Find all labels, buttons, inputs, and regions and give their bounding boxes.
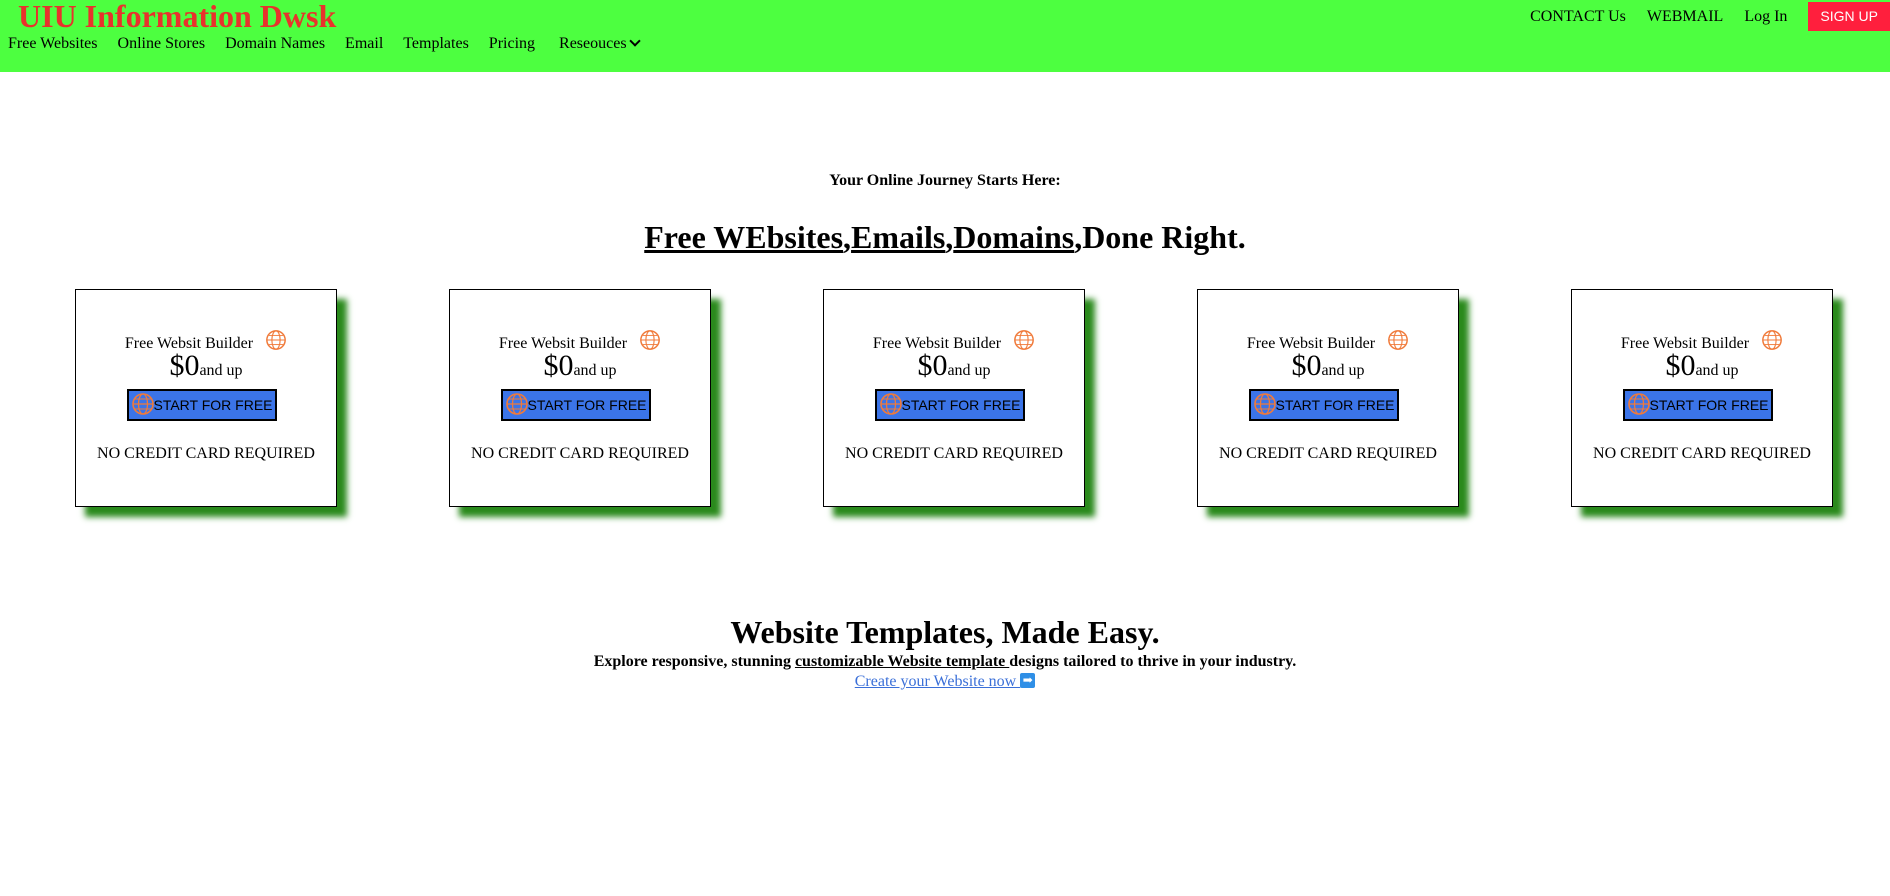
signup-button[interactable]: SIGN UP — [1808, 2, 1890, 31]
card-price: $0and up — [824, 349, 1084, 383]
create-website-link-label: Create your Website now — [854, 673, 1021, 690]
templates-sub-post: designs tailored to thrive in your indus… — [1009, 653, 1297, 670]
pricing-card: Free Websit Builder $0and up START FOR FRE… — [1197, 289, 1459, 507]
site-header: UIU Information Dwsk Free Websites Onlin… — [0, 0, 1890, 72]
start-for-free-button[interactable]: START FOR FREE — [875, 389, 1025, 421]
hero-headline: Free WEbsites,Emails,Domains,Done Right. — [0, 219, 1890, 256]
globe-www-icon — [131, 392, 155, 419]
start-for-free-button[interactable]: START FOR FREE — [501, 389, 651, 421]
pricing-card: Free Websit Builder $0and up START FOR FRE… — [823, 289, 1085, 507]
card-price-suffix: and up — [947, 362, 991, 379]
card-price-suffix: and up — [573, 362, 617, 379]
card-price-amount: $0 — [917, 349, 948, 382]
nav-pricing[interactable]: Pricing — [489, 35, 535, 53]
start-for-free-button[interactable]: START FOR FREE — [1249, 389, 1399, 421]
card-price-amount: $0 — [1291, 349, 1322, 382]
start-for-free-label: START FOR FREE — [901, 397, 1021, 413]
create-website-link[interactable]: Create your Website now ➡ — [854, 672, 1036, 690]
start-for-free-label: START FOR FREE — [1649, 397, 1769, 413]
card-price: $0and up — [76, 349, 336, 383]
nav-email[interactable]: Email — [345, 35, 383, 53]
headline-comma: , — [843, 219, 852, 255]
globe-www-icon — [1627, 392, 1651, 419]
no-credit-card-note: NO CREDIT CARD REQUIRED — [1219, 445, 1437, 462]
templates-subtitle: Explore responsive, stunning customizabl… — [0, 653, 1890, 671]
headline-link-websites[interactable]: Free WEbsites — [644, 219, 843, 255]
templates-sub-link[interactable]: customizable Website template — [795, 653, 1009, 670]
no-credit-card-note: NO CREDIT CARD REQUIRED — [1593, 445, 1811, 462]
card-price-suffix: and up — [199, 362, 243, 379]
nav-resources-label: Reseouces — [559, 35, 627, 52]
main-nav: Free Websites Online Stores Domain Names… — [8, 35, 659, 53]
nav-free-websites[interactable]: Free Websites — [8, 35, 98, 53]
card-price-amount: $0 — [543, 349, 574, 382]
arrow-right-icon: ➡ — [1020, 672, 1036, 688]
start-for-free-label: START FOR FREE — [1275, 397, 1395, 413]
templates-sub-pre: Explore responsive, stunning — [593, 653, 795, 670]
nav-resources-dropdown[interactable]: Reseouces — [559, 35, 641, 53]
nav-webmail[interactable]: WEBMAIL — [1647, 8, 1723, 26]
no-credit-card-note: NO CREDIT CARD REQUIRED — [97, 445, 315, 462]
nav-online-stores[interactable]: Online Stores — [118, 35, 206, 53]
pricing-card: Free Websit Builder $0and up START FOR FRE… — [1571, 289, 1833, 507]
nav-contact-us[interactable]: CONTACT Us — [1530, 8, 1626, 26]
card-price-suffix: and up — [1321, 362, 1365, 379]
globe-www-icon — [1253, 392, 1277, 419]
brand-logo-text[interactable]: UIU Information Dwsk — [18, 0, 336, 35]
card-price-amount: $0 — [169, 349, 200, 382]
card-price-suffix: and up — [1695, 362, 1739, 379]
card-price: $0and up — [1198, 349, 1458, 383]
chevron-down-icon — [628, 35, 641, 47]
hero-kicker: Your Online Journey Starts Here: — [829, 172, 1061, 189]
nav-domain-names[interactable]: Domain Names — [225, 35, 325, 53]
start-for-free-button[interactable]: START FOR FREE — [1623, 389, 1773, 421]
top-right-nav: CONTACT Us WEBMAIL Log In SIGN UP — [1530, 2, 1890, 31]
pricing-card: Free Websit Builder $0and up START FOR FRE… — [75, 289, 337, 507]
headline-tail: ,Done Right. — [1074, 219, 1246, 255]
no-credit-card-note: NO CREDIT CARD REQUIRED — [471, 445, 689, 462]
templates-title: Website Templates, Made Easy. — [730, 614, 1160, 650]
pricing-card: Free Websit Builder $0and up START FOR FRE… — [449, 289, 711, 507]
start-for-free-button[interactable]: START FOR FREE — [127, 389, 277, 421]
card-price: $0and up — [450, 349, 710, 383]
nav-login[interactable]: Log In — [1744, 8, 1787, 26]
globe-www-icon — [505, 392, 529, 419]
headline-link-domains[interactable]: Domains — [953, 219, 1074, 255]
globe-www-icon — [879, 392, 903, 419]
start-for-free-label: START FOR FREE — [153, 397, 273, 413]
card-price: $0and up — [1572, 349, 1832, 383]
no-credit-card-note: NO CREDIT CARD REQUIRED — [845, 445, 1063, 462]
headline-link-emails[interactable]: Emails — [851, 219, 945, 255]
templates-cta: Create your Website now ➡ — [0, 672, 1890, 691]
card-price-amount: $0 — [1665, 349, 1696, 382]
nav-templates[interactable]: Templates — [403, 35, 469, 53]
start-for-free-label: START FOR FREE — [527, 397, 647, 413]
